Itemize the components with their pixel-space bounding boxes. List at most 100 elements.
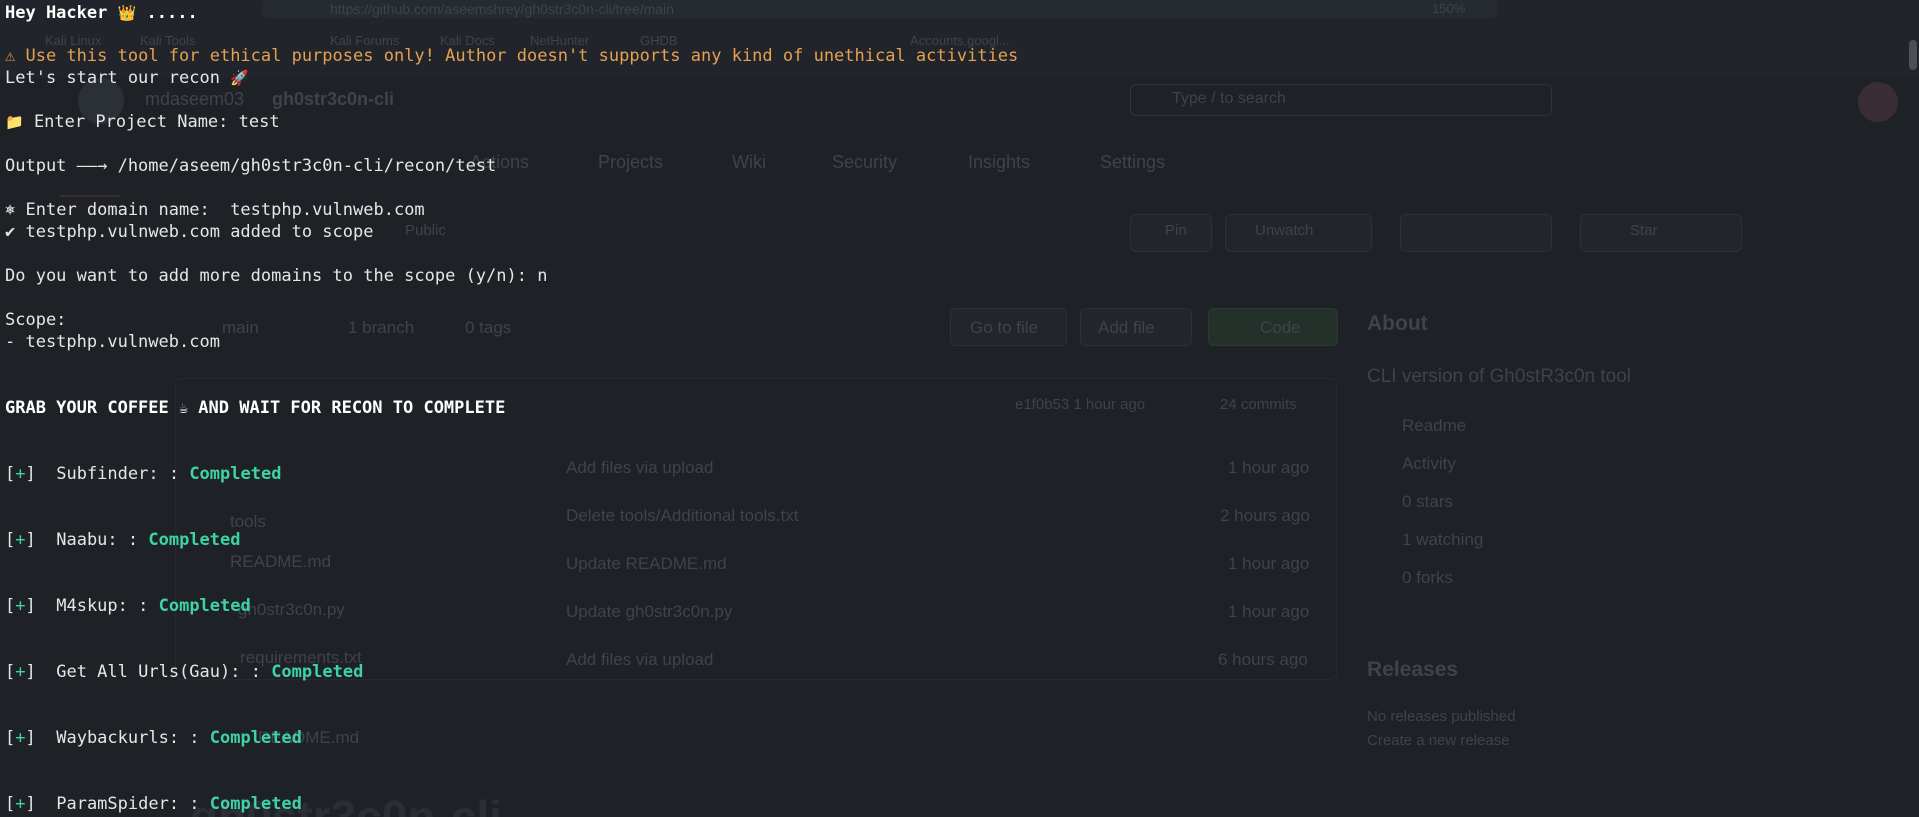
file-table [175, 378, 1337, 680]
about-description: CLI version of Gh0stR3c0n tool [1367, 366, 1632, 387]
task-line: [+] M4skup: : Completed [5, 596, 251, 616]
task-status: Completed [209, 794, 302, 814]
file-name[interactable]: gh0str3c0n.py [238, 600, 345, 620]
task-status: Completed [271, 662, 364, 682]
task-status: Completed [158, 596, 251, 616]
file-time: 1 hour ago [1228, 458, 1310, 477]
zoom-level: 150% [1432, 1, 1466, 16]
file-time: 1 hour ago [1228, 554, 1310, 573]
domain-prompt: Enter domain name: testphp.vulnweb.com [25, 200, 425, 220]
task-name: ParamSpider: : [56, 794, 200, 814]
commit-meta: e1f0b53 1 hour ago [1015, 396, 1146, 413]
file-time: 1 hour ago [1228, 602, 1310, 621]
grab-text-1: GRAB YOUR COFFEE [5, 398, 169, 418]
task-name: Naabu: : [56, 530, 139, 550]
add-file-label: Add file [1098, 318, 1155, 337]
task-status: Completed [209, 728, 302, 748]
tab-wiki[interactable]: Wiki [732, 152, 766, 173]
about-activity[interactable]: Activity [1402, 454, 1456, 474]
output-path-line: Output ——→ /home/aseem/gh0str3c0n-cli/re… [5, 156, 497, 176]
go-to-file-label: Go to file [970, 318, 1039, 337]
project-line: 📁 Enter Project Name: test [5, 111, 280, 133]
task-status: Completed [148, 530, 241, 550]
grab-coffee-line: GRAB YOUR COFFEE ☕ AND WAIT FOR RECON TO… [5, 397, 505, 419]
folder-icon: 📁 [5, 113, 24, 131]
about-title: About [1367, 312, 1428, 335]
about-forks[interactable]: 0 forks [1402, 568, 1453, 588]
task-line: [+] Subfinder: : Completed [5, 464, 282, 484]
star-label: Star [1630, 222, 1658, 239]
task-name: Get All Urls(Gau): : [56, 662, 261, 682]
rocket-icon: 🚀 [230, 69, 249, 87]
task-name: Subfinder: : [56, 464, 180, 484]
tab-projects[interactable]: Projects [598, 152, 663, 173]
file-message[interactable]: Delete tools/Additional tools.txt [566, 506, 798, 526]
scope-item: - testphp.vulnweb.com [5, 332, 220, 352]
project-prompt: Enter Project Name: test [33, 112, 280, 132]
greeting-line: Hey Hacker 👑 ..... [5, 2, 198, 24]
fork-button[interactable] [1400, 214, 1552, 252]
tags-count[interactable]: 0 tags [465, 318, 511, 338]
tab-insights[interactable]: Insights [968, 152, 1030, 173]
file-name[interactable]: README.md [230, 552, 331, 572]
repo-owner[interactable]: mdaseem03 [145, 89, 244, 110]
grab-text-2: AND WAIT FOR RECON TO COMPLETE [198, 398, 506, 418]
plus-icon: + [15, 464, 26, 484]
plus-icon: + [15, 662, 26, 682]
start-line: Let's start our recon 🚀 [5, 67, 249, 89]
task-line: [+] Get All Urls(Gau): : Completed [5, 662, 364, 682]
task-name: M4skup: : [56, 596, 149, 616]
greeting-dots: ..... [146, 3, 198, 23]
warning-text: Use this tool for ethical purposes only!… [25, 46, 1019, 66]
task-line: [+] Naabu: : Completed [5, 530, 241, 550]
warning-icon: ⚠ [5, 46, 16, 66]
scrollbar-thumb[interactable] [1909, 40, 1917, 70]
releases-create-link[interactable]: Create a new release [1367, 732, 1510, 749]
file-message[interactable]: Update gh0str3c0n.py [566, 602, 732, 622]
unwatch-label: Unwatch [1255, 222, 1314, 239]
releases-none: No releases published [1367, 708, 1516, 725]
added-text: testphp.vulnweb.com added to scope [25, 222, 374, 242]
active-tab-underline [60, 195, 120, 197]
task-name: Waybackurls: : [56, 728, 200, 748]
file-time: 2 hours ago [1220, 506, 1310, 525]
task-line: [+] ParamSpider: : Completed [5, 794, 302, 814]
domain-line: ⎈ Enter domain name: testphp.vulnweb.com [5, 199, 425, 221]
tab-security[interactable]: Security [832, 152, 897, 173]
star-button[interactable] [1580, 214, 1742, 252]
crown-icon: 👑 [117, 4, 137, 22]
helm-icon: ⎈ [5, 200, 16, 220]
visibility-badge: Public [405, 222, 446, 239]
file-message[interactable]: Add files via upload [566, 458, 713, 478]
greeting-text: Hey Hacker [5, 3, 108, 23]
about-stars[interactable]: 0 stars [1402, 492, 1453, 512]
user-avatar[interactable] [1858, 82, 1898, 122]
coffee-icon: ☕ [179, 399, 189, 417]
added-line: ✔ testphp.vulnweb.com added to scope [5, 221, 374, 243]
plus-icon: + [15, 530, 26, 550]
plus-icon: + [15, 596, 26, 616]
releases-title: Releases [1367, 658, 1459, 681]
about-watching[interactable]: 1 watching [1402, 530, 1483, 550]
plus-icon: + [15, 794, 26, 814]
search-placeholder: Type / to search [1172, 90, 1286, 107]
file-message[interactable]: Add files via upload [566, 650, 713, 670]
task-status: Completed [189, 464, 282, 484]
about-readme[interactable]: Readme [1402, 416, 1466, 436]
code-label: Code [1260, 318, 1301, 337]
file-time: 6 hours ago [1218, 650, 1308, 669]
url-text: https://github.com/aseemshrey/gh0str3c0n… [330, 1, 674, 17]
start-text: Let's start our recon [5, 68, 220, 88]
tab-settings[interactable]: Settings [1100, 152, 1165, 173]
branches-count[interactable]: 1 branch [348, 318, 414, 338]
pin-label: Pin [1165, 222, 1187, 239]
branch-selector[interactable]: main [222, 318, 259, 338]
repo-name[interactable]: gh0str3c0n-cli [272, 89, 394, 110]
task-line: [+] Waybackurls: : Completed [5, 728, 302, 748]
more-domains-line: Do you want to add more domains to the s… [5, 266, 548, 286]
commits-count[interactable]: 24 commits [1220, 396, 1297, 413]
warning-line: ⚠ Use this tool for ethical purposes onl… [5, 45, 1018, 67]
plus-icon: + [15, 728, 26, 748]
file-message[interactable]: Update README.md [566, 554, 727, 574]
check-icon: ✔ [5, 222, 16, 242]
